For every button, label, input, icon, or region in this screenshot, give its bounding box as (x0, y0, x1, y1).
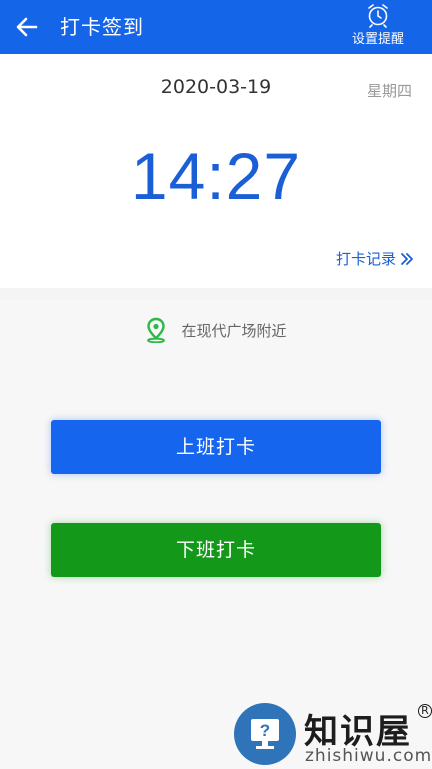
current-weekday: 星期四 (366, 82, 412, 100)
location-text: 在现代广场附近 (181, 321, 287, 340)
back-arrow-icon (16, 17, 38, 37)
section-divider (0, 288, 432, 300)
set-reminder-label: 设置提醒 (351, 32, 404, 47)
set-reminder-button[interactable]: 设置提醒 (332, 0, 424, 54)
clock-out-button[interactable]: 下班打卡 (51, 523, 381, 577)
location-pin-icon (147, 317, 166, 343)
location-row: 在现代广场附近 (0, 317, 432, 343)
clock-in-button[interactable]: 上班打卡 (51, 420, 381, 474)
double-chevron-right-icon (401, 252, 413, 265)
clock-card: 2020-03-19 星期四 14:27 打卡记录 (0, 54, 432, 288)
watermark-logo: ? (234, 703, 296, 765)
back-button[interactable] (12, 12, 42, 42)
svg-text:?: ? (260, 721, 270, 740)
page-title: 打卡签到 (60, 15, 144, 39)
clock-records-link[interactable]: 打卡记录 (336, 248, 414, 269)
watermark-domain: zhishiwu.com (305, 746, 432, 766)
alarm-clock-icon (368, 4, 388, 28)
current-time: 14:27 (130, 139, 302, 213)
registered-mark: R (418, 704, 432, 718)
clock-records-label: 打卡记录 (335, 250, 396, 268)
top-app-bar: 打卡签到 设置提醒 (0, 0, 432, 54)
help-monitor-icon: ? (251, 719, 279, 749)
